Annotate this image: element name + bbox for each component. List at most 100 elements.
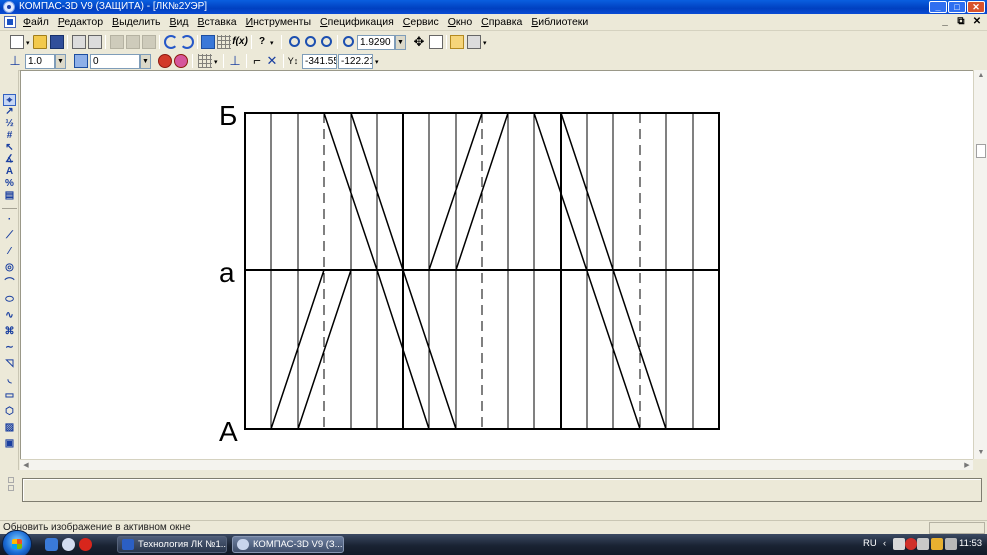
menu-help[interactable]: Справка bbox=[481, 16, 522, 29]
pan-icon[interactable]: ✥ bbox=[412, 35, 426, 49]
menu-select[interactable]: Выделить bbox=[112, 16, 160, 29]
tray-app-icon[interactable] bbox=[893, 538, 905, 550]
hatch-tool-icon[interactable]: ▨ bbox=[3, 422, 16, 434]
help-dropdown-icon[interactable]: ▾ bbox=[270, 39, 274, 47]
copy-icon[interactable] bbox=[126, 35, 140, 49]
edit-tool-icon[interactable]: # bbox=[3, 130, 16, 142]
new-dropdown-icon[interactable]: ▾ bbox=[26, 39, 30, 47]
zoom-scale-icon[interactable] bbox=[343, 36, 354, 47]
segment-tool-icon[interactable]: ⁄ bbox=[3, 246, 16, 258]
cut-icon[interactable] bbox=[110, 35, 124, 49]
coord-x-field[interactable]: -341.55 bbox=[302, 54, 337, 69]
language-indicator[interactable]: RU bbox=[863, 538, 877, 550]
minimize-button[interactable]: _ bbox=[929, 1, 947, 13]
coords-dropdown-icon[interactable]: ▾ bbox=[375, 58, 379, 66]
show-all-icon[interactable] bbox=[429, 35, 443, 49]
start-button[interactable] bbox=[2, 530, 32, 555]
power-icon[interactable] bbox=[931, 538, 943, 550]
layers-icon[interactable] bbox=[74, 54, 88, 68]
clock[interactable]: 11:53 bbox=[959, 538, 982, 550]
menu-service[interactable]: Сервис bbox=[403, 16, 439, 29]
grid-dropdown-icon[interactable]: ▾ bbox=[214, 58, 218, 66]
display-mode-icon[interactable] bbox=[467, 35, 481, 49]
antivirus-icon[interactable] bbox=[905, 538, 917, 550]
horizontal-scrollbar[interactable]: ◀ ▶ bbox=[20, 459, 973, 470]
task-button-word[interactable]: Технология ЛК №1... bbox=[117, 536, 227, 553]
panel-grip-icon[interactable] bbox=[4, 473, 16, 517]
measure-tool-icon[interactable]: ∡ bbox=[3, 154, 16, 166]
scroll-up-icon[interactable]: ▲ bbox=[974, 70, 987, 82]
refresh-view-icon[interactable] bbox=[450, 35, 464, 49]
spec-tool-icon[interactable]: % bbox=[3, 178, 16, 190]
print-icon[interactable] bbox=[72, 35, 86, 49]
ortho-mode-icon[interactable]: ⌐ bbox=[250, 54, 264, 68]
ellipse-tool-icon[interactable]: ⬭ bbox=[3, 294, 16, 306]
save-icon[interactable] bbox=[50, 35, 64, 49]
kompas-app-icon[interactable] bbox=[3, 1, 15, 13]
open-folder-icon[interactable] bbox=[33, 35, 47, 49]
show-desktop-icon[interactable] bbox=[45, 538, 58, 551]
symbols-tool-icon[interactable]: ½ bbox=[3, 118, 16, 130]
nurbs-tool-icon[interactable]: ⌘ bbox=[3, 326, 16, 338]
close-button[interactable]: ✕ bbox=[967, 1, 985, 13]
zoom-dropdown-button[interactable]: ▼ bbox=[395, 35, 406, 50]
menu-window[interactable]: Окно bbox=[448, 16, 472, 29]
dimensions-tool-icon[interactable]: ↗ bbox=[3, 106, 16, 118]
polygon-tool-icon[interactable]: ⬡ bbox=[3, 406, 16, 418]
zoom-in-icon[interactable] bbox=[289, 36, 300, 47]
color-icon[interactable] bbox=[174, 54, 188, 68]
fillet-tool-icon[interactable]: ◟ bbox=[3, 374, 16, 386]
context-help-icon[interactable]: ? bbox=[255, 35, 269, 49]
menu-file[interactable]: Файл bbox=[23, 16, 49, 29]
menu-libraries[interactable]: Библиотеки bbox=[531, 16, 588, 29]
layer-input[interactable]: 0 bbox=[90, 54, 140, 69]
tray-expand-icon[interactable]: ‹ bbox=[883, 538, 886, 550]
reports-tool-icon[interactable]: ▤ bbox=[3, 190, 16, 202]
layer-dropdown-button[interactable]: ▼ bbox=[140, 54, 151, 69]
new-document-icon[interactable] bbox=[10, 35, 24, 49]
volume-icon[interactable] bbox=[945, 538, 957, 550]
doc-close-button[interactable]: ✕ bbox=[971, 16, 983, 28]
document-icon[interactable] bbox=[4, 16, 16, 28]
rectangle-tool-icon[interactable]: ▭ bbox=[3, 390, 16, 402]
drawing-canvas[interactable]: Б а А bbox=[20, 70, 973, 459]
local-cs-icon[interactable]: ⊥ bbox=[228, 54, 242, 68]
coord-y-field[interactable]: -122.21 bbox=[338, 54, 373, 69]
step-dropdown-button[interactable]: ▼ bbox=[55, 54, 66, 69]
maximize-button[interactable]: □ bbox=[948, 1, 966, 13]
contour-tool-icon[interactable]: ▣ bbox=[3, 438, 16, 450]
doc-minimize-button[interactable]: _ bbox=[939, 16, 951, 28]
menu-editor[interactable]: Редактор bbox=[58, 16, 103, 29]
print-preview-icon[interactable] bbox=[88, 35, 102, 49]
aux-line-tool-icon[interactable]: ⟋ bbox=[3, 230, 16, 242]
menu-view[interactable]: Вид bbox=[170, 16, 189, 29]
menu-tools[interactable]: Инструменты bbox=[246, 16, 311, 29]
display-dropdown-icon[interactable]: ▾ bbox=[483, 39, 487, 47]
variables-fx-icon[interactable]: f(x) bbox=[232, 35, 248, 49]
bezier-tool-icon[interactable]: ∼ bbox=[3, 342, 16, 354]
step-input[interactable]: 1.0 bbox=[25, 54, 55, 69]
select-tool-icon[interactable]: A bbox=[3, 166, 16, 178]
scroll-down-icon[interactable]: ▼ bbox=[974, 447, 987, 459]
zoom-input[interactable]: 1.9290 bbox=[357, 35, 395, 50]
circle-tool-icon[interactable]: ◎ bbox=[3, 262, 16, 274]
opera-icon[interactable] bbox=[79, 538, 92, 551]
zoom-window-icon[interactable] bbox=[305, 36, 316, 47]
undo-icon[interactable] bbox=[164, 35, 178, 49]
grid-icon[interactable] bbox=[198, 54, 212, 68]
chamfer-tool-icon[interactable]: ◹ bbox=[3, 358, 16, 370]
network-icon[interactable] bbox=[917, 538, 929, 550]
properties-icon[interactable] bbox=[217, 35, 231, 49]
parametrization-tool-icon[interactable]: ↖ bbox=[3, 142, 16, 154]
point-tool-icon[interactable]: · bbox=[3, 214, 16, 226]
task-button-kompas[interactable]: КОМПАС-3D V9 (З... bbox=[232, 536, 344, 553]
redo-icon[interactable] bbox=[180, 35, 194, 49]
vertical-scroll-thumb[interactable] bbox=[976, 144, 986, 158]
properties-filter-icon[interactable] bbox=[158, 54, 172, 68]
kompas-quicklaunch-icon[interactable] bbox=[62, 538, 75, 551]
manager-icon[interactable] bbox=[201, 35, 215, 49]
polyline-tool-icon[interactable]: ∿ bbox=[3, 310, 16, 322]
menu-insert[interactable]: Вставка bbox=[198, 16, 237, 29]
property-panel[interactable] bbox=[22, 478, 982, 502]
doc-restore-button[interactable]: ⧉ bbox=[955, 16, 967, 28]
